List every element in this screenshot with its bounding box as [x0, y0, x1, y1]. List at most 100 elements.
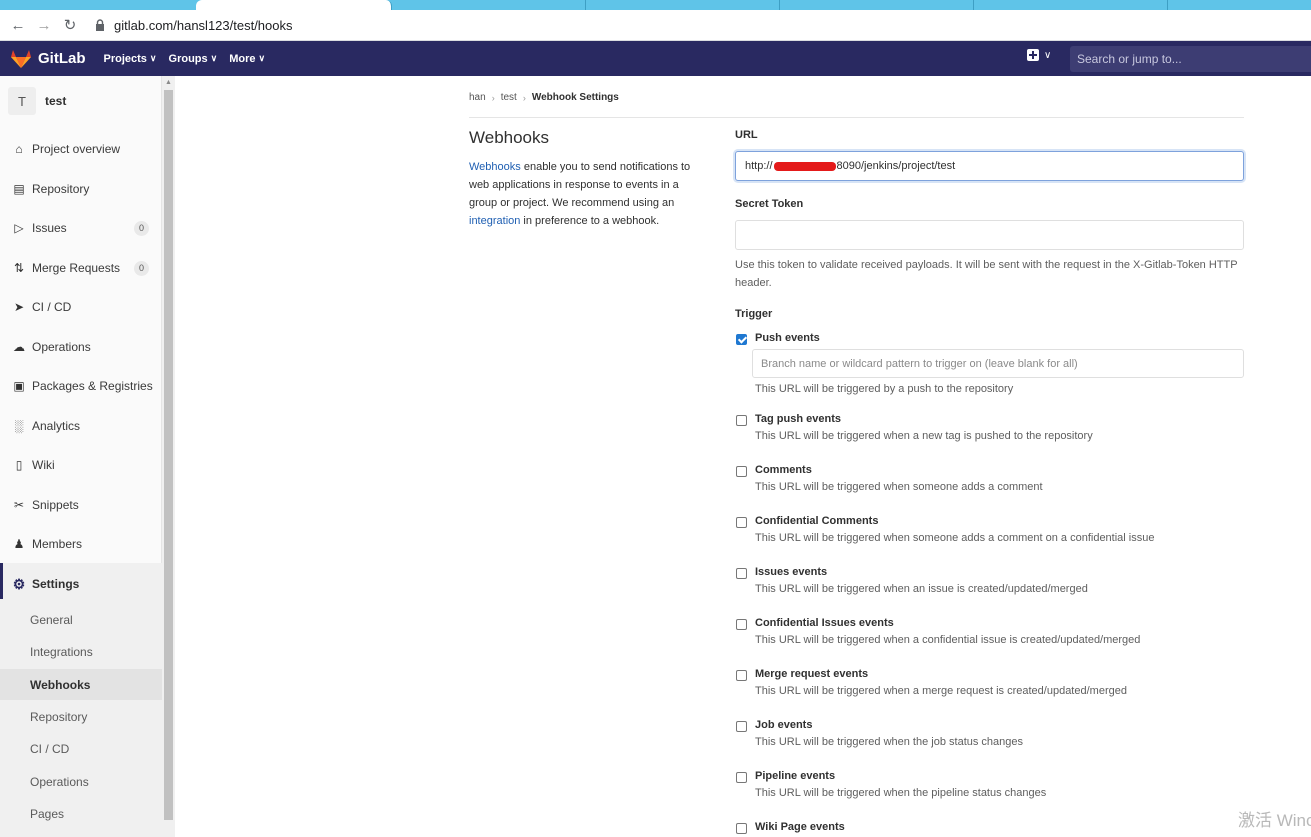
sidebar-project-header[interactable]: T test [8, 87, 66, 115]
secret-token-input[interactable] [735, 220, 1244, 250]
tag-push-events-checkbox[interactable] [736, 415, 747, 426]
url-field[interactable]: gitlab.com/hansl123/test/hooks [94, 18, 293, 33]
settings-sub-repository[interactable]: Repository [0, 702, 162, 732]
gear-icon: ⚙ [12, 575, 26, 592]
pipeline-events-checkbox[interactable] [736, 772, 747, 783]
cloud-gauge-icon: ☁ [13, 340, 25, 354]
confidential-issues-events-checkbox[interactable] [736, 619, 747, 630]
scissors-icon: ✂ [13, 498, 25, 512]
settings-sub-label: Operations [30, 775, 89, 789]
lock-icon [96, 19, 104, 31]
settings-sub-webhooks[interactable]: Webhooks [0, 669, 162, 700]
settings-sub-pages[interactable]: Pages [0, 799, 162, 829]
breadcrumb-current[interactable]: Webhook Settings [532, 92, 619, 103]
new-item-dropdown[interactable]: ∨ [1027, 49, 1051, 61]
secret-token-label: Secret Token [735, 198, 804, 210]
issues-events-checkbox[interactable] [736, 568, 747, 579]
sidebar-item-label: Repository [32, 182, 90, 196]
browser-tab[interactable] [974, 0, 1168, 10]
sidebar-item-ci-cd[interactable]: ➤ CI / CD [0, 295, 162, 319]
groups-menu[interactable]: Groups ∨ [169, 53, 218, 65]
brand-name: GitLab [38, 50, 86, 67]
branch-filter-input[interactable]: Branch name or wildcard pattern to trigg… [752, 349, 1244, 378]
pipeline-events-desc: This URL will be triggered when the pipe… [755, 787, 1047, 799]
settings-sub-operations[interactable]: Operations [0, 767, 162, 797]
sidebar-item-merge-requests[interactable]: ⇅ Merge Requests 0 [0, 256, 162, 280]
issues-count-badge: 0 [134, 220, 149, 236]
job-events-checkbox[interactable] [736, 721, 747, 732]
confidential-comments-checkbox[interactable] [736, 517, 747, 528]
wiki-page-events-title: Wiki Page events [755, 821, 845, 833]
users-icon: ♟ [13, 537, 25, 551]
breadcrumb: han › test › Webhook Settings [469, 92, 619, 103]
settings-sub-label: Pages [30, 807, 65, 821]
browser-tab-active[interactable] [196, 0, 392, 10]
merge-requests-count-badge: 0 [134, 260, 149, 276]
tag-push-events-title: Tag push events [755, 413, 841, 425]
projects-menu[interactable]: Projects ∨ [104, 53, 157, 65]
sidebar-item-settings[interactable]: ⚙ Settings [0, 572, 162, 596]
settings-sub-label: CI / CD [30, 742, 70, 756]
header-divider [469, 117, 1244, 118]
gitlab-logo[interactable]: GitLab [10, 49, 104, 69]
sidebar-item-members[interactable]: ♟ Members [0, 532, 162, 556]
url-suffix: 8090/jenkins/project/test [836, 160, 956, 172]
search-input[interactable]: Search or jump to... [1070, 46, 1311, 72]
sidebar-item-wiki[interactable]: ▯ Wiki [0, 453, 162, 477]
merge-request-events-checkbox[interactable] [736, 670, 747, 681]
tag-push-events-desc: This URL will be triggered when a new ta… [755, 430, 1093, 442]
sidebar-item-label: Operations [32, 340, 91, 354]
comments-checkbox[interactable] [736, 466, 747, 477]
groups-menu-label: Groups [168, 52, 208, 65]
wiki-page-events-checkbox[interactable] [736, 823, 747, 834]
reload-icon[interactable]: ↻ [60, 15, 80, 35]
sidebar-item-repository[interactable]: ▤ Repository [0, 177, 162, 201]
breadcrumb-han[interactable]: han [469, 92, 486, 103]
browser-tab[interactable] [586, 0, 780, 10]
back-arrow-icon[interactable]: ← [8, 15, 28, 35]
confidential-issues-events-desc: This URL will be triggered when a confid… [755, 634, 1141, 646]
projects-menu-label: Projects [103, 52, 147, 65]
integration-link[interactable]: integration [469, 215, 520, 227]
merge-request-events-desc: This URL will be triggered when a merge … [755, 685, 1127, 697]
chevron-right-icon: › [522, 92, 526, 103]
sidebar-item-label: Analytics [32, 419, 81, 433]
comments-title: Comments [755, 464, 812, 476]
comments-desc: This URL will be triggered when someone … [755, 481, 1043, 493]
breadcrumb-test[interactable]: test [501, 92, 517, 103]
settings-sub-integrations[interactable]: Integrations [0, 637, 162, 667]
address-bar: ← → ↻ gitlab.com/hansl123/test/hooks [0, 10, 1311, 41]
push-events-desc: This URL will be triggered by a push to … [755, 383, 1014, 395]
sidebar-item-label: Merge Requests [32, 261, 121, 275]
url-label: URL [735, 129, 758, 141]
settings-sub-label: General [30, 613, 73, 627]
scroll-up-arrow-icon[interactable]: ▲ [165, 79, 172, 86]
sidebar-scrollbar[interactable]: ▲ [162, 76, 175, 837]
url-input[interactable]: http:// 8090/jenkins/project/test [735, 151, 1244, 181]
settings-sub-general[interactable]: General [0, 605, 162, 635]
confidential-issues-events-title: Confidential Issues events [755, 617, 894, 629]
sidebar-item-issues[interactable]: ▷ Issues 0 [0, 216, 162, 240]
windows-activation-watermark: 激活 Winc [1238, 811, 1311, 830]
sidebar-item-analytics[interactable]: ░ Analytics [0, 414, 162, 438]
more-menu[interactable]: More ∨ [229, 53, 265, 65]
sidebar-item-operations[interactable]: ☁ Operations [0, 335, 162, 359]
browser-tab[interactable] [780, 0, 974, 10]
pipeline-events-title: Pipeline events [755, 770, 836, 782]
browser-tab[interactable] [392, 0, 586, 10]
sidebar-item-project-overview[interactable]: ⌂ Project overview [0, 137, 162, 161]
push-events-checkbox[interactable] [736, 334, 747, 345]
scrollbar-thumb[interactable] [164, 90, 173, 820]
sidebar-item-snippets[interactable]: ✂ Snippets [0, 493, 162, 517]
more-menu-label: More [229, 52, 256, 65]
project-name: test [45, 94, 67, 108]
sidebar-item-label: Settings [32, 577, 80, 591]
job-events-desc: This URL will be triggered when the job … [755, 736, 1024, 748]
page-title: Webhooks [469, 128, 550, 147]
forward-arrow-icon[interactable]: → [34, 15, 54, 35]
job-events-title: Job events [755, 719, 813, 731]
settings-sub-ci-cd[interactable]: CI / CD [0, 734, 162, 764]
webhooks-docs-link[interactable]: Webhooks [469, 161, 521, 173]
chevron-down-icon: ∨ [149, 53, 157, 63]
sidebar-item-packages-registries[interactable]: ▣ Packages & Registries [0, 374, 162, 398]
